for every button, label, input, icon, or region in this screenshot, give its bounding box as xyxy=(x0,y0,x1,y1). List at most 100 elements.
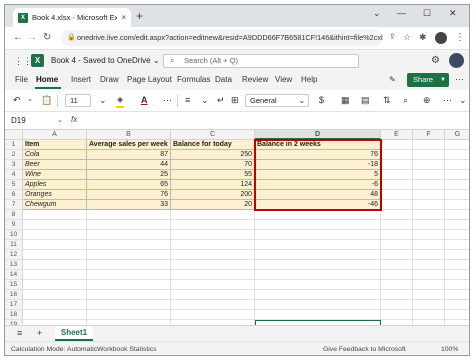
cell-e11[interactable] xyxy=(381,240,413,250)
tab-review[interactable]: Review xyxy=(242,75,268,84)
cell-f8[interactable] xyxy=(413,210,445,220)
cell-a18[interactable] xyxy=(23,310,87,320)
all-sheets-icon[interactable]: ≡ xyxy=(17,328,22,338)
cell-g11[interactable] xyxy=(445,240,469,250)
row-header-18[interactable]: 18 xyxy=(5,310,23,320)
row-header-10[interactable]: 10 xyxy=(5,230,23,240)
column-header-d[interactable]: D xyxy=(255,130,381,140)
settings-gear-icon[interactable]: ⚙ xyxy=(431,55,440,66)
row-header-7[interactable]: 7 xyxy=(5,200,23,210)
conditional-format-icon[interactable]: ▦ xyxy=(341,95,350,106)
cell-b5[interactable]: 65 xyxy=(87,180,171,190)
sort-filter-icon[interactable]: $ xyxy=(319,95,324,105)
row-header-4[interactable]: 4 xyxy=(5,170,23,180)
cell-d3[interactable]: -18 xyxy=(255,160,381,170)
cell-g10[interactable] xyxy=(445,230,469,240)
more-options-icon[interactable]: ⋯ xyxy=(455,74,464,85)
cell-g17[interactable] xyxy=(445,300,469,310)
cell-c16[interactable] xyxy=(171,290,255,300)
tab-page-layout[interactable]: Page Layout xyxy=(127,75,172,84)
sort-icon[interactable]: ⇅ xyxy=(383,95,391,106)
cell-a17[interactable] xyxy=(23,300,87,310)
cell-c13[interactable] xyxy=(171,260,255,270)
insert-cells-icon[interactable]: ⊕ xyxy=(423,95,431,106)
row-header-11[interactable]: 11 xyxy=(5,240,23,250)
tab-draw[interactable]: Draw xyxy=(100,75,119,84)
cell-c6[interactable]: 200 xyxy=(171,190,255,200)
cell-e1[interactable] xyxy=(381,140,413,150)
cell-c9[interactable] xyxy=(171,220,255,230)
cell-a11[interactable] xyxy=(23,240,87,250)
cell-b1[interactable]: Average sales per week xyxy=(87,140,171,150)
cell-d16[interactable] xyxy=(255,290,381,300)
row-header-3[interactable]: 3 xyxy=(5,160,23,170)
insert-function-icon[interactable]: fx xyxy=(71,115,77,124)
cell-f17[interactable] xyxy=(413,300,445,310)
cell-b15[interactable] xyxy=(87,280,171,290)
cell-c14[interactable] xyxy=(171,270,255,280)
new-tab-button[interactable]: + xyxy=(136,9,143,23)
cell-d5[interactable]: -6 xyxy=(255,180,381,190)
row-header-6[interactable]: 6 xyxy=(5,190,23,200)
column-header-b[interactable]: B xyxy=(87,130,171,140)
cell-g12[interactable] xyxy=(445,250,469,260)
minimize-button[interactable]: — xyxy=(397,8,406,18)
cell-b7[interactable]: 33 xyxy=(87,200,171,210)
cell-d9[interactable] xyxy=(255,220,381,230)
cell-c17[interactable] xyxy=(171,300,255,310)
row-header-2[interactable]: 2 xyxy=(5,150,23,160)
clipboard-icon[interactable]: 📋 xyxy=(41,95,52,106)
cell-f9[interactable] xyxy=(413,220,445,230)
cell-e14[interactable] xyxy=(381,270,413,280)
cell-a13[interactable] xyxy=(23,260,87,270)
bookmark-star-icon[interactable]: ☆ xyxy=(403,32,411,43)
more-font-options-icon[interactable]: ⌄ xyxy=(99,95,107,106)
cell-e13[interactable] xyxy=(381,260,413,270)
cell-f6[interactable] xyxy=(413,190,445,200)
cell-e18[interactable] xyxy=(381,310,413,320)
cell-g1[interactable] xyxy=(445,140,469,150)
align-options-icon[interactable]: ⌄ xyxy=(201,95,209,106)
row-header-12[interactable]: 12 xyxy=(5,250,23,260)
font-color-icon[interactable]: A xyxy=(141,95,148,105)
workbook-title[interactable]: Book 4 - Saved to OneDrive ⌄ xyxy=(51,56,160,65)
column-header-c[interactable]: C xyxy=(171,130,255,140)
cell-a14[interactable] xyxy=(23,270,87,280)
cell-f5[interactable] xyxy=(413,180,445,190)
cell-e2[interactable] xyxy=(381,150,413,160)
add-sheet-icon[interactable]: + xyxy=(37,328,42,338)
cell-b14[interactable] xyxy=(87,270,171,280)
cell-f12[interactable] xyxy=(413,250,445,260)
cell-g3[interactable] xyxy=(445,160,469,170)
tab-view[interactable]: View xyxy=(275,75,292,84)
workbook-statistics[interactable]: Workbook Statistics xyxy=(97,346,157,353)
cell-b16[interactable] xyxy=(87,290,171,300)
name-box[interactable]: D19 xyxy=(9,114,57,127)
browser-tab[interactable]: X Book 4.xlsx - Microsoft Excel Onl × xyxy=(13,8,131,27)
tab-search-icon[interactable]: ⌄ xyxy=(373,8,381,19)
tab-home[interactable]: Home xyxy=(36,75,58,84)
extension-puzzle-icon[interactable]: ✱ xyxy=(419,32,427,43)
cell-b9[interactable] xyxy=(87,220,171,230)
row-header-13[interactable]: 13 xyxy=(5,260,23,270)
cell-c8[interactable] xyxy=(171,210,255,220)
cell-b8[interactable] xyxy=(87,210,171,220)
cell-f2[interactable] xyxy=(413,150,445,160)
cell-d8[interactable] xyxy=(255,210,381,220)
cell-g14[interactable] xyxy=(445,270,469,280)
cell-f3[interactable] xyxy=(413,160,445,170)
share-button[interactable]: Share ▼ xyxy=(407,73,449,87)
find-icon[interactable]: ⌕ xyxy=(403,95,408,106)
cell-f18[interactable] xyxy=(413,310,445,320)
fill-color-icon[interactable]: ◈ xyxy=(117,95,123,104)
cell-d18[interactable] xyxy=(255,310,381,320)
close-window-button[interactable]: ✕ xyxy=(449,8,457,19)
cell-e12[interactable] xyxy=(381,250,413,260)
cell-g18[interactable] xyxy=(445,310,469,320)
cell-a12[interactable] xyxy=(23,250,87,260)
column-header-g[interactable]: G xyxy=(445,130,469,140)
url-field[interactable]: 🔒 onedrive.live.com/edit.aspx?action=edi… xyxy=(61,30,383,46)
column-header-e[interactable]: E xyxy=(381,130,413,140)
back-arrow-icon[interactable]: ← xyxy=(13,32,23,43)
user-avatar[interactable] xyxy=(449,53,464,68)
